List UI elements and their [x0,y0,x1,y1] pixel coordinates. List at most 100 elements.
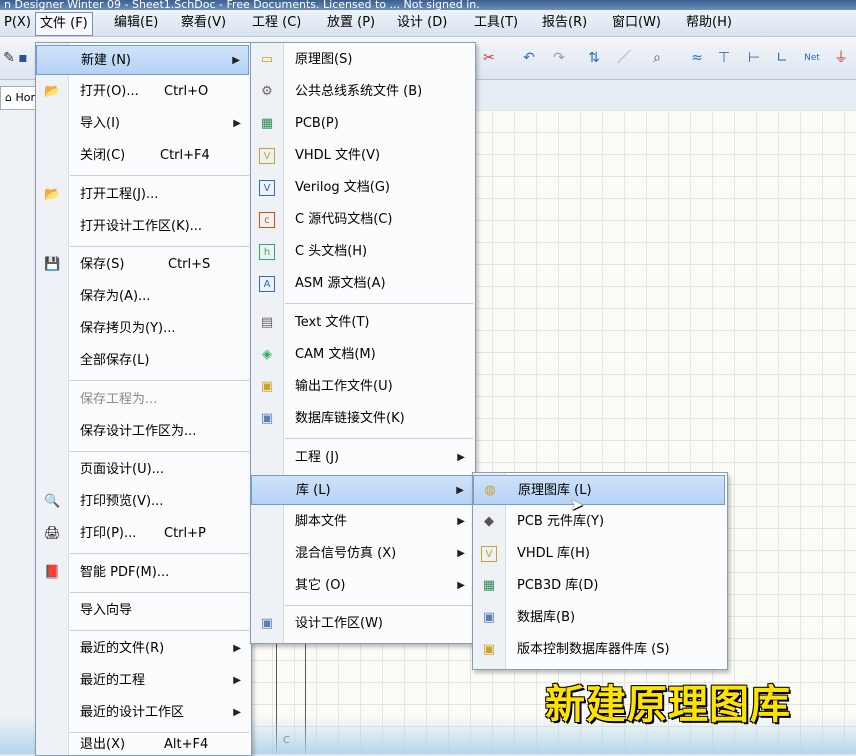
cut-icon[interactable]: ✂ [480,49,498,67]
new-item-verilog[interactable]: V Verilog 文档(G) [251,173,473,203]
schematic-icon: ▭ [260,52,274,67]
new-item-schematic[interactable]: ▭ 原理图(S) [251,45,473,75]
asm-file-icon: A [259,276,275,292]
netlabel-icon[interactable]: Net [803,49,821,67]
chevron-right-icon: ▶ [457,516,465,527]
bus-icon[interactable]: ⊤ [715,49,733,67]
entry-icon[interactable]: ∟ [773,49,791,67]
new-item-vhdl[interactable]: V VHDL 文件(V) [251,141,473,171]
folder-open-icon: 📂 [44,187,61,202]
menu-item-import-wizard[interactable]: 导入向导 [36,596,249,626]
svn-database-library-icon: ▣ [482,642,496,657]
lib-item-pcb-library[interactable]: ◆ PCB 元件库(Y) [473,507,725,537]
menu-item-save-workspace-as[interactable]: 保存设计工作区为... [36,417,249,447]
wire-icon[interactable]: ≈ [688,49,706,67]
menu-item-save-all[interactable]: 全部保存(L) [36,346,249,376]
workspace-icon: ▣ [260,616,274,631]
menu-window[interactable]: 窗口(W) [608,14,665,32]
redo-icon[interactable]: ↷ [550,49,568,67]
menu-p[interactable]: P(X) [0,14,35,32]
new-item-library[interactable]: 库 (L) ▶ [251,475,473,505]
new-item-pcb[interactable]: ▦ PCB(P) [251,109,473,139]
separator [70,246,249,247]
new-item-script[interactable]: 脚本文件 ▶ [251,507,473,537]
menu-item-save-as[interactable]: 保存为(A)... [36,282,249,312]
harness-icon[interactable]: ⊢ [745,49,763,67]
pdf-icon: 📕 [44,565,61,580]
printer-icon: 🖨 [44,526,61,541]
menu-item-open-project[interactable]: 📂 打开工程(J)... [36,180,249,210]
new-item-workspace[interactable]: ▣ 设计工作区(W) [251,609,473,639]
new-item-asm[interactable]: A ASM 源文档(A) [251,269,473,299]
print-preview-icon: 🔍 [44,494,61,509]
menu-item-page-setup[interactable]: 页面设计(U)... [36,455,249,485]
menu-item-save-project-as: 保存工程为... [80,392,158,407]
separator [70,175,249,176]
pencil-icon[interactable]: ／ [615,49,633,67]
menu-item-open[interactable]: 📂 打开(O)... Ctrl+O [36,77,249,107]
menu-view[interactable]: 察看(V) [177,14,230,32]
menu-project[interactable]: 工程 (C) [248,14,305,32]
menu-reports[interactable]: 报告(R) [538,14,591,32]
chevron-right-icon: ▶ [457,548,465,559]
window-title: n Designer Winter 09 - Sheet1.SchDoc - F… [0,0,856,10]
new-item-c-source[interactable]: cC 源代码文档(C) [251,205,473,235]
new-item-text[interactable]: ▤ Text 文件(T) [251,308,473,338]
folder-open-icon: 📂 [44,84,61,99]
menu-item-open-workspace[interactable]: 打开设计工作区(K)... [36,212,249,242]
bus-system-icon: ⚙ [261,84,273,99]
inspect-icon[interactable]: ⌕ [648,49,666,67]
new-item-bus-system[interactable]: ⚙ 公共总线系统文件 (B) [251,77,473,107]
new-item-c-header[interactable]: hC 头文档(H) [251,237,473,267]
gnd-icon[interactable]: ⏚ [832,49,850,67]
menu-edit[interactable]: 编辑(E) [110,14,162,32]
chevron-right-icon: ▶ [233,707,241,718]
new-item-db-link[interactable]: ▣ 数据库链接文件(K) [251,404,473,434]
floppy-disk-icon: 💾 [44,257,61,272]
c-header-icon: h [259,244,275,260]
lib-item-pcb3d-library[interactable]: ▦ PCB3D 库(D) [473,571,725,601]
menu-place[interactable]: 放置 (P) [323,14,379,32]
chevron-right-icon: ▶ [233,675,241,686]
menu-item-save-copy-as[interactable]: 保存拷贝为(Y)... [36,314,249,344]
menu-item-exit[interactable]: 退出(X) Alt+F4 [36,735,249,755]
chevron-right-icon: ▶ [233,643,241,654]
menu-item-import[interactable]: 导入(I) ▶ [36,109,249,139]
lib-item-schematic-library[interactable]: ◍ 原理图库 (L) ➤ [473,475,725,514]
menu-item-smart-pdf[interactable]: 📕 智能 PDF(M)... [36,558,249,588]
lib-item-database-library[interactable]: ▣ 数据库(B) [473,603,725,633]
separator [285,605,473,606]
cam-file-icon: ◈ [262,347,272,362]
menu-tools[interactable]: 工具(T) [470,14,522,32]
menu-item-recent-workspaces[interactable]: 最近的设计工作区 ▶ [36,698,249,728]
menu-design[interactable]: 设计 (D) [393,14,451,32]
vhdl-file-icon: V [259,148,275,164]
new-item-other[interactable]: 其它 (O) ▶ [251,571,473,601]
new-item-project[interactable]: 工程 (J) ▶ [251,443,473,473]
menu-item-print[interactable]: 🖨 打印(P)... Ctrl+P [36,519,249,549]
schematic-library-icon: ◍ [484,483,496,498]
menu-item-close[interactable]: 关闭(C) Ctrl+F4 [36,141,249,171]
save-icon[interactable]: ▪ [14,49,32,67]
file-menu: 新建 (N) ▶ 📂 打开(O)... Ctrl+O 导入(I) ▶ 关闭(C) Ctr… [35,42,252,756]
lib-item-svn-db-library[interactable]: ▣ 版本控制数据库器件库 (S) [473,635,725,665]
database-library-icon: ▣ [482,610,496,625]
lib-item-vhdl-library[interactable]: V VHDL 库(H) [473,539,725,569]
new-item-output-job[interactable]: ▣ 输出工作文件(U) [251,372,473,402]
new-item-cam[interactable]: ◈ CAM 文档(M) [251,340,473,370]
menu-help[interactable]: 帮助(H) [682,14,736,32]
verilog-file-icon: V [259,180,275,196]
menu-file[interactable]: 文件 (F) [35,12,93,36]
menu-item-recent-projects[interactable]: 最近的工程 ▶ [36,666,249,696]
new-item-mixed-sim[interactable]: 混合信号仿真 (X) ▶ [251,539,473,569]
separator [70,380,249,381]
chevron-right-icon: ▶ [457,452,465,463]
vhdl-library-icon: V [481,546,497,562]
text-file-icon: ▤ [260,315,274,330]
menu-item-recent-files[interactable]: 最近的文件(R) ▶ [36,634,249,664]
undo-icon[interactable]: ↶ [520,49,538,67]
menu-item-new[interactable]: 新建 (N) ▶ [36,45,249,75]
menu-item-print-preview[interactable]: 🔍 打印预览(V)... [36,487,249,517]
updown-icon[interactable]: ⇅ [585,49,603,67]
menu-item-save[interactable]: 💾 保存(S) Ctrl+S [36,250,249,280]
